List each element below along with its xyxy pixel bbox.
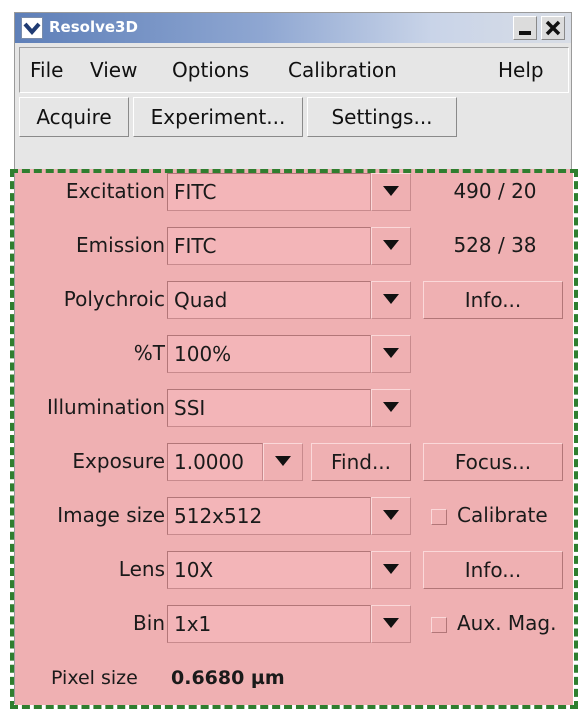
lens-select[interactable]: 10X — [167, 551, 371, 589]
title-bar[interactable]: Resolve3D — [15, 13, 571, 43]
polychroic-label: Polychroic — [63, 287, 165, 311]
transmission-select[interactable]: 100% — [167, 335, 371, 373]
bin-label: Bin — [133, 611, 165, 635]
emission-select[interactable]: FITC — [167, 227, 371, 265]
dropdown-arrow-icon — [383, 186, 399, 196]
transmission-dropdown-button[interactable] — [371, 335, 411, 373]
polychroic-dropdown-button[interactable] — [371, 281, 411, 319]
dropdown-arrow-icon — [275, 456, 291, 466]
polychroic-select[interactable]: Quad — [167, 281, 371, 319]
exposure-input[interactable]: 1.0000 — [167, 443, 263, 481]
lens-label: Lens — [118, 557, 165, 581]
image-size-label: Image size — [57, 503, 165, 527]
chevron-down-icon[interactable] — [21, 17, 43, 39]
transmission-label: %T — [133, 341, 165, 365]
dropdown-arrow-icon — [383, 564, 399, 574]
excitation-select[interactable]: FITC — [167, 173, 371, 211]
bin-dropdown-button[interactable] — [371, 605, 411, 643]
dropdown-arrow-icon — [383, 402, 399, 412]
resolve3d-window: Resolve3D File View Options Calibration … — [14, 12, 573, 705]
pixel-size-label: Pixel size — [51, 667, 138, 689]
aux-mag-label[interactable]: Aux. Mag. — [457, 611, 556, 635]
dropdown-arrow-icon — [383, 348, 399, 358]
excitation-label: Excitation — [65, 179, 165, 203]
pixel-size-value: 0.6680 µm — [171, 667, 285, 689]
menu-file[interactable]: File — [30, 58, 63, 82]
close-button[interactable] — [541, 16, 565, 40]
emission-readout: 528 / 38 — [453, 233, 537, 257]
dropdown-arrow-icon — [383, 294, 399, 304]
lens-dropdown-button[interactable] — [371, 551, 411, 589]
excitation-dropdown-button[interactable] — [371, 173, 411, 211]
aux-mag-checkbox[interactable] — [431, 617, 447, 633]
illumination-select[interactable]: SSI — [167, 389, 371, 427]
acquisition-settings-panel: Excitation FITC 490 / 20 Emission FITC 5… — [15, 169, 573, 705]
dropdown-arrow-icon — [383, 618, 399, 628]
minimize-icon — [519, 31, 531, 35]
calibrate-checkbox[interactable] — [431, 509, 447, 525]
menu-help[interactable]: Help — [498, 58, 544, 82]
focus-button[interactable]: Focus... — [423, 443, 563, 481]
exposure-dropdown-button[interactable] — [263, 443, 303, 481]
acquire-button[interactable]: Acquire — [19, 97, 129, 137]
menu-options[interactable]: Options — [172, 58, 249, 82]
emission-label: Emission — [76, 233, 165, 257]
settings-button[interactable]: Settings... — [307, 97, 457, 137]
menu-view[interactable]: View — [90, 58, 137, 82]
dropdown-arrow-icon — [383, 510, 399, 520]
image-size-dropdown-button[interactable] — [371, 497, 411, 535]
window-title: Resolve3D — [49, 18, 138, 36]
find-button[interactable]: Find... — [311, 443, 411, 481]
illumination-dropdown-button[interactable] — [371, 389, 411, 427]
dropdown-arrow-icon — [383, 240, 399, 250]
lens-info-button[interactable]: Info... — [423, 551, 563, 589]
minimize-button[interactable] — [513, 16, 537, 40]
illumination-label: Illumination — [47, 395, 165, 419]
bin-select[interactable]: 1x1 — [167, 605, 371, 643]
image-size-select[interactable]: 512x512 — [167, 497, 371, 535]
excitation-readout: 490 / 20 — [453, 179, 537, 203]
calibrate-label[interactable]: Calibrate — [457, 503, 548, 527]
menu-calibration[interactable]: Calibration — [288, 58, 397, 82]
close-icon — [545, 20, 561, 36]
polychroic-info-button[interactable]: Info... — [423, 281, 563, 319]
exposure-label: Exposure — [72, 449, 165, 473]
emission-dropdown-button[interactable] — [371, 227, 411, 265]
experiment-button[interactable]: Experiment... — [133, 97, 303, 137]
menu-bar: File View Options Calibration Help — [19, 47, 569, 93]
